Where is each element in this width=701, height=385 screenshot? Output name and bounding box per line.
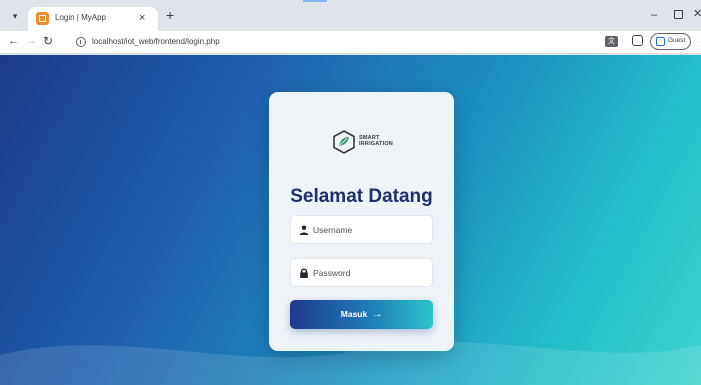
minimize-icon[interactable]: – <box>651 10 657 21</box>
app-logo: SMART IRRIGATION <box>332 130 394 154</box>
profile-label: Guest <box>668 37 686 44</box>
window-close-icon[interactable]: ✕ <box>693 8 701 20</box>
restore-icon[interactable] <box>674 10 683 19</box>
leaf-logo-icon <box>333 130 355 154</box>
user-icon <box>299 225 309 235</box>
password-input[interactable] <box>313 259 429 286</box>
login-card: SMART IRRIGATION Selamat Datang Masuk → <box>269 92 454 351</box>
translate-icon[interactable]: 文 <box>605 36 618 47</box>
favicon <box>36 12 49 25</box>
site-info-icon[interactable] <box>76 37 86 47</box>
close-icon[interactable]: × <box>139 11 145 25</box>
login-button-label: Masuk <box>340 309 368 319</box>
username-field[interactable] <box>290 215 433 244</box>
logo-text: SMART IRRIGATION <box>359 135 393 147</box>
profile-button[interactable]: Guest <box>650 33 691 50</box>
tab-strip-accent <box>303 0 327 2</box>
login-button[interactable]: Masuk → <box>290 300 433 329</box>
new-tab-icon[interactable]: + <box>166 8 174 22</box>
address-bar[interactable]: localhost/iot_web/frontend/login.php <box>64 34 594 51</box>
lock-icon <box>300 268 308 278</box>
username-input[interactable] <box>313 216 429 243</box>
forward-arrow-icon[interactable]: → <box>26 35 37 47</box>
browser-toolbar: ← → ↻ localhost/iot_web/frontend/login.p… <box>0 31 701 54</box>
tab-login[interactable]: Login | MyApp × <box>28 7 158 31</box>
login-page: SMART IRRIGATION Selamat Datang Masuk → <box>0 55 701 385</box>
extension-icon[interactable] <box>632 35 643 46</box>
tab-list-icon[interactable]: ▾ <box>7 9 23 23</box>
password-field[interactable] <box>290 258 433 287</box>
url-text[interactable]: localhost/iot_web/frontend/login.php <box>92 37 220 46</box>
reload-icon[interactable]: ↻ <box>43 34 53 48</box>
tab-title: Login | MyApp <box>55 13 106 22</box>
tab-bar: ▾ Login | MyApp × + – ✕ <box>0 0 701 31</box>
menu-dots-icon[interactable]: ⋮ <box>696 35 701 48</box>
arrow-right-icon: → <box>372 309 383 320</box>
back-arrow-icon[interactable]: ← <box>8 35 19 47</box>
page-title: Selamat Datang <box>290 186 433 207</box>
profile-icon <box>656 37 665 46</box>
